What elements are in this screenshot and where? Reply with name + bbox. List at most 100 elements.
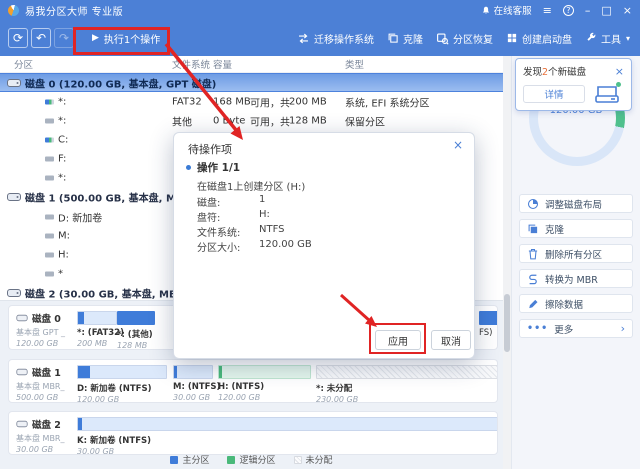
action-label: 擦除数据 [545, 299, 584, 311]
disk-label: 磁盘 0 (120.00 GB, 基本盘, GPT 磁盘) [25, 79, 217, 90]
partition-icon [45, 214, 54, 219]
create-bootable-disk-button[interactable]: 创建启动盘 [506, 31, 572, 46]
tools-button[interactable]: 工具 ▾ [585, 31, 630, 46]
partition-block[interactable]: *: (其他) 128 MB [117, 311, 155, 349]
partition-block[interactable]: FS) [479, 311, 497, 338]
undo-button[interactable]: ↶ [31, 28, 51, 48]
vertical-scrollbar[interactable] [503, 56, 511, 469]
redo-button[interactable]: ↷ [54, 28, 74, 48]
table-header: 分区 文件系统 容量 类型 [0, 56, 503, 73]
partition-size: 30.00 GB [173, 393, 211, 402]
table-row-partition[interactable]: *: FAT32 168 MB 可用，共 200 MB 系统, EFI 系统分区 [0, 92, 503, 111]
card-disk-size: 500.00 GB [16, 393, 59, 402]
sidebar-actions: 调整磁盘布局 克隆 删除所有分区 转换为 MBR 擦除数据 ••• 更多 › [519, 194, 633, 344]
header-type: 类型 [345, 60, 365, 71]
dialog-title: 待操作项 [188, 143, 232, 156]
refresh-button[interactable]: ⟳ [8, 28, 28, 48]
partition-block[interactable]: M: (NTFS) 30.00 GB [173, 365, 220, 402]
notification-title: 发现2个新磁盘 [523, 67, 587, 78]
close-icon[interactable]: × [615, 66, 624, 77]
partition-icon [45, 99, 54, 104]
partition-label: H: (NTFS) [218, 382, 265, 392]
legend-label: 未分配 [305, 456, 333, 466]
logical-partition-swatch [227, 455, 236, 464]
partition-total: 128 MB [289, 115, 327, 126]
disk1-card[interactable]: 磁盘 1 基本盘 MBR_ 500.00 GB D: 新加卷 (NTFS) 12… [8, 359, 498, 403]
partition-block[interactable]: D: 新加卷 (NTFS) 120.00 GB [77, 365, 167, 402]
new-disk-dot [616, 82, 621, 87]
migrate-os-button[interactable]: 迁移操作系统 [297, 31, 374, 46]
migrate-os-icon [299, 33, 308, 43]
partition-block[interactable]: *: (FAT32) 200 MB [77, 311, 124, 348]
partition-size: 120.00 GB [218, 393, 261, 402]
header-filesystem: 文件系统 [172, 60, 211, 71]
clone-label: 克隆 [402, 34, 423, 46]
partition-block[interactable]: H: (NTFS) 120.00 GB [218, 365, 311, 402]
disk2-partitions: K: 新加卷 (NTFS) 30.00 GB [73, 412, 497, 454]
operation-details: 磁盘: 1 盘符: H: 文件系统: NTFS 分区大小: 120.00 GB [197, 194, 312, 254]
clone-button[interactable]: 克隆 [387, 31, 423, 46]
field-label: 分区大小: [197, 243, 241, 254]
table-row-partition[interactable]: *: 其他 0 Byte 可用，共 128 MB 保留分区 [0, 111, 503, 130]
header-capacity: 容量 [213, 60, 233, 71]
partition-block[interactable]: K: 新加卷 (NTFS) 30.00 GB [77, 417, 497, 454]
partition-recovery-button[interactable]: 分区恢复 [436, 31, 493, 46]
partition-label: K: 新加卷 (NTFS) [77, 436, 152, 446]
clone-disk-button[interactable]: 克隆 [519, 219, 633, 238]
card-disk-size: 120.00 GB [16, 339, 59, 348]
partition-bar [77, 311, 117, 325]
table-row-disk0[interactable]: 磁盘 0 (120.00 GB, 基本盘, GPT 磁盘) [0, 73, 503, 92]
erase-data-button[interactable]: 擦除数据 [519, 294, 633, 313]
details-button[interactable]: 详情 [523, 85, 585, 103]
operation-description: 在磁盘1上创建分区 (H:) [197, 182, 306, 193]
scrollbar-thumb[interactable] [504, 294, 510, 352]
action-label: 更多 [554, 324, 574, 336]
partition-bar [218, 365, 311, 379]
titlebar: 易我分区大师 专业版 在线客服 ≡ ? – □ × [0, 0, 640, 20]
online-support-button[interactable]: 在线客服 [481, 3, 532, 17]
help-icon[interactable]: ? [562, 4, 574, 16]
partition-fs: 其他 [172, 117, 192, 128]
partition-block[interactable]: *: 未分配 230.00 GB [316, 365, 497, 403]
chevron-down-icon: ▾ [625, 33, 630, 43]
legend-label: 主分区 [182, 456, 210, 466]
cancel-button[interactable]: 取消 [431, 330, 471, 350]
adjust-layout-icon [527, 198, 539, 210]
app-logo-icon [8, 4, 19, 16]
partition-icon [45, 252, 54, 257]
used-space [78, 418, 82, 430]
bullet-icon [186, 165, 191, 170]
partition-size: 230.00 GB [316, 395, 359, 403]
app-title: 易我分区大师 专业版 [25, 6, 124, 18]
bootable-disk-label: 创建启动盘 [521, 34, 572, 46]
delete-all-partitions-button[interactable]: 删除所有分区 [519, 244, 633, 263]
adjust-disk-layout-button[interactable]: 调整磁盘布局 [519, 194, 633, 213]
close-icon[interactable]: × [453, 139, 463, 151]
online-support-label: 在线客服 [493, 6, 532, 17]
operation-header: 操作 1/1 [186, 160, 240, 175]
delete-partitions-icon [527, 248, 539, 260]
close-button[interactable]: × [623, 5, 632, 16]
convert-to-mbr-button[interactable]: 转换为 MBR [519, 269, 633, 288]
partition-label: FS) [479, 328, 493, 338]
field-label: 文件系统: [197, 228, 241, 239]
partition-bar [173, 365, 213, 379]
disk-icon [7, 289, 21, 297]
menu-icon[interactable]: ≡ [543, 5, 552, 16]
partition-name: *: [58, 115, 67, 126]
disk-icon [16, 314, 28, 322]
more-button[interactable]: ••• 更多 › [519, 319, 633, 338]
minimize-button[interactable]: – [585, 5, 591, 16]
action-label: 克隆 [545, 224, 565, 236]
erase-data-icon [527, 298, 539, 310]
partition-icon [45, 233, 54, 238]
partition-fs: FAT32 [172, 96, 202, 107]
maximize-button[interactable]: □ [601, 5, 611, 16]
card-disk-sub: 基本盘 GPT _ [16, 328, 65, 337]
migrate-os-label: 迁移操作系统 [313, 34, 374, 46]
more-icon: ••• [527, 323, 549, 334]
disk2-card[interactable]: 磁盘 2 基本盘 MBR_ 30.00 GB K: 新加卷 (NTFS) 30.… [8, 411, 498, 455]
annotation-box-apply [369, 323, 426, 354]
partition-avail: 0 Byte [213, 115, 246, 126]
partition-label: *: 未分配 [316, 384, 353, 394]
